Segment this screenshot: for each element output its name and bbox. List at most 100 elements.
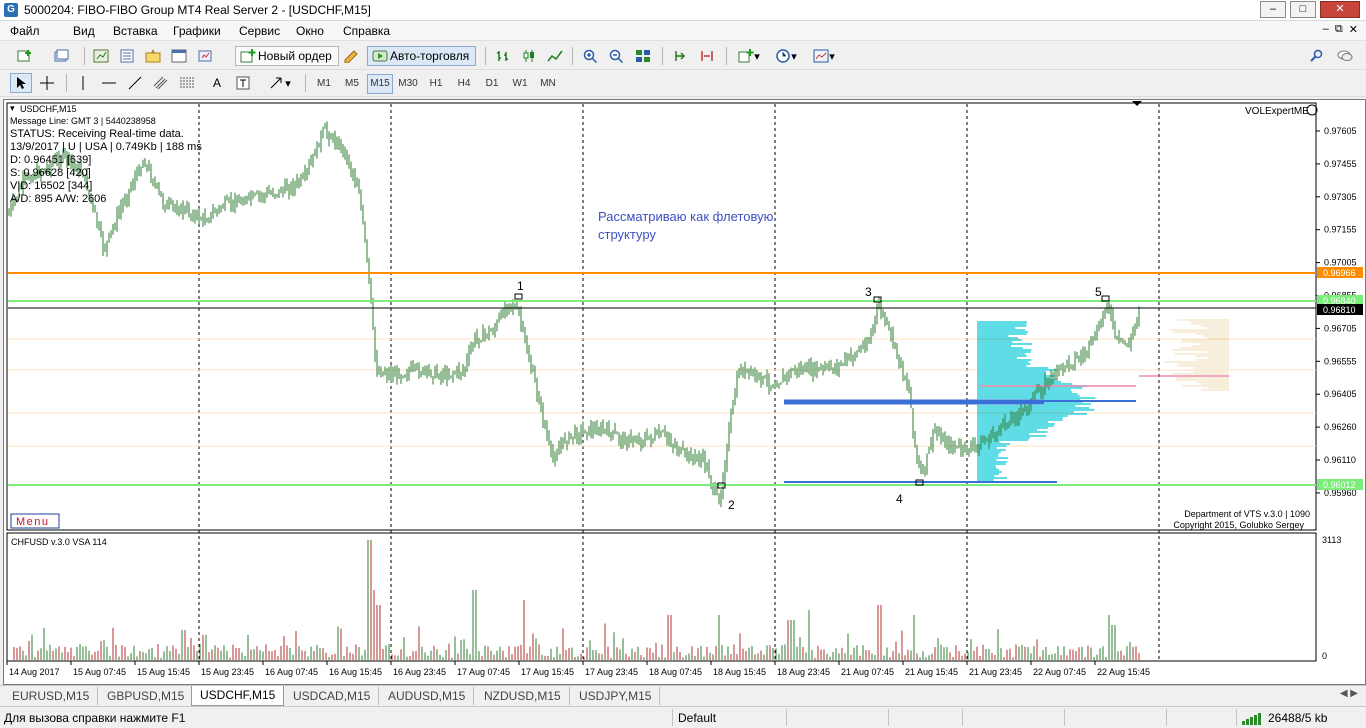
menu-window[interactable]: Окно bbox=[296, 24, 324, 38]
level-label-orange: 0.96966 bbox=[1323, 268, 1356, 278]
data-window-button[interactable] bbox=[116, 46, 138, 66]
vertical-line-tool-button[interactable] bbox=[72, 73, 94, 93]
cursor-tool-button[interactable] bbox=[10, 73, 32, 93]
status-profile: Default bbox=[678, 711, 717, 725]
profiles-button[interactable] bbox=[46, 46, 76, 66]
search-button[interactable] bbox=[1306, 46, 1328, 66]
maximize-button[interactable]: □ bbox=[1290, 1, 1316, 18]
time-tick-label: 16 Aug 15:45 bbox=[329, 667, 382, 677]
timeframe-h1[interactable]: H1 bbox=[423, 74, 449, 94]
info-line: 13/9/2017 | U | USA | 0.749Kb | 188 ms bbox=[10, 141, 202, 153]
chart-window[interactable]: 1 2 3 4 5 ▾ USDCHF,M15 Message Line: GMT… bbox=[3, 99, 1366, 685]
time-tick-label: 14 Aug 2017 bbox=[9, 667, 60, 677]
mdi-close-button[interactable]: ✕ bbox=[1349, 23, 1358, 36]
tester-button[interactable] bbox=[194, 46, 216, 66]
price-chart[interactable]: 1 2 3 4 5 ▾ USDCHF,M15 Message Line: GMT… bbox=[4, 100, 1365, 684]
tab-scroll-arrows-icon[interactable]: ◀ ▶ bbox=[1340, 688, 1358, 699]
mdi-minimize-button[interactable]: – bbox=[1323, 23, 1329, 36]
tab-usdcad[interactable]: USDCAD,M15 bbox=[285, 687, 380, 705]
volume-zero-label: 0 bbox=[1322, 651, 1327, 661]
new-chart-button[interactable] bbox=[10, 46, 40, 66]
tab-gbpusd[interactable]: GBPUSD,M15 bbox=[99, 687, 194, 705]
channel-icon bbox=[153, 76, 168, 90]
new-order-button[interactable]: Новый ордер bbox=[235, 46, 339, 66]
terminal-icon bbox=[171, 49, 187, 63]
timeframe-m1[interactable]: M1 bbox=[311, 74, 337, 94]
metaeditor-button[interactable] bbox=[340, 46, 362, 66]
text-label-icon bbox=[236, 76, 250, 90]
navigator-button[interactable] bbox=[142, 46, 164, 66]
window-controls: – □ ✕ bbox=[1260, 1, 1360, 18]
chart-shift-button[interactable] bbox=[670, 46, 692, 66]
menu-insert[interactable]: Вставка bbox=[113, 24, 158, 38]
price-tick-label: 0.97005 bbox=[1324, 258, 1357, 268]
expert-label: VOLExpertME bbox=[1245, 106, 1309, 117]
menu-file[interactable]: Файл bbox=[10, 24, 40, 38]
chat-button[interactable] bbox=[1332, 46, 1358, 66]
minimize-button[interactable]: – bbox=[1260, 1, 1286, 18]
zoom-in-button[interactable] bbox=[580, 46, 602, 66]
indicators-button[interactable]: ▾ bbox=[733, 46, 765, 66]
volume-max-label: 3113 bbox=[1322, 535, 1341, 545]
autotrading-button[interactable]: Авто-торговля bbox=[367, 46, 477, 66]
text-tool-button[interactable]: A bbox=[206, 73, 228, 93]
terminal-button[interactable] bbox=[168, 46, 190, 66]
tile-windows-button[interactable] bbox=[632, 46, 654, 66]
menu-charts[interactable]: Графики bbox=[173, 24, 221, 38]
text-tool-icon: A bbox=[212, 76, 221, 90]
menu-button-label[interactable]: Menu bbox=[16, 516, 50, 528]
time-tick-label: 15 Aug 23:45 bbox=[201, 667, 254, 677]
tab-usdjpy[interactable]: USDJPY,M15 bbox=[571, 687, 661, 705]
menu-tools[interactable]: Сервис bbox=[239, 24, 280, 38]
time-tick-label: 16 Aug 07:45 bbox=[265, 667, 318, 677]
fibonacci-icon bbox=[180, 77, 194, 88]
trendline-tool-button[interactable] bbox=[124, 73, 146, 93]
timeframe-m30[interactable]: M30 bbox=[395, 74, 421, 94]
timeframe-mn[interactable]: MN bbox=[535, 74, 561, 94]
time-tick-label: 15 Aug 07:45 bbox=[73, 667, 126, 677]
vertical-line-icon bbox=[82, 76, 84, 90]
tab-audusd[interactable]: AUDUSD,M15 bbox=[380, 687, 475, 705]
fibo-tool-button[interactable] bbox=[176, 73, 198, 93]
timeframe-m15[interactable]: M15 bbox=[367, 74, 393, 94]
templates-button[interactable]: ▾ bbox=[808, 46, 840, 66]
line-chart-button[interactable] bbox=[544, 46, 566, 66]
time-tick-label: 21 Aug 23:45 bbox=[969, 667, 1022, 677]
channel-tool-button[interactable] bbox=[150, 73, 172, 93]
crosshair-tool-button[interactable] bbox=[36, 73, 58, 93]
chart-dropdown-icon[interactable]: ▾ bbox=[10, 103, 15, 113]
timeframe-d1[interactable]: D1 bbox=[479, 74, 505, 94]
status-help-text: Для вызова справки нажмите F1 bbox=[4, 711, 186, 725]
arrows-tool-button[interactable]: ▾ bbox=[262, 73, 298, 93]
info-line: A/D: 895 A/W: 2606 bbox=[10, 193, 106, 205]
market-watch-button[interactable] bbox=[90, 46, 112, 66]
time-tick-label: 15 Aug 15:45 bbox=[137, 667, 190, 677]
tab-usdchf[interactable]: USDCHF,M15 bbox=[191, 686, 285, 706]
timeframe-h4[interactable]: H4 bbox=[451, 74, 477, 94]
timeframe-m5[interactable]: M5 bbox=[339, 74, 365, 94]
horizontal-line-tool-button[interactable] bbox=[98, 73, 120, 93]
zoom-out-icon bbox=[609, 49, 624, 63]
zoom-out-button[interactable] bbox=[606, 46, 628, 66]
autoscroll-button[interactable] bbox=[696, 46, 718, 66]
bar-chart-button[interactable] bbox=[492, 46, 514, 66]
close-button[interactable]: ✕ bbox=[1320, 1, 1360, 18]
credits-line: Copyright 2015, Golubko Sergey bbox=[1173, 520, 1304, 530]
point-label-3: 3 bbox=[865, 285, 872, 299]
menu-bar: Файл Вид Вставка Графики Сервис Окно Спр… bbox=[0, 21, 1366, 41]
tab-eurusd[interactable]: EURUSD,M15 bbox=[4, 687, 99, 705]
mdi-restore-button[interactable]: ⧉ bbox=[1335, 23, 1343, 36]
menu-help[interactable]: Справка bbox=[343, 24, 390, 38]
candle-chart-button[interactable] bbox=[518, 46, 540, 66]
price-tick-label: 0.97455 bbox=[1324, 159, 1357, 169]
chart-tabs: EURUSD,M15 GBPUSD,M15 USDCHF,M15 USDCAD,… bbox=[0, 685, 1366, 706]
timeframe-w1[interactable]: W1 bbox=[507, 74, 533, 94]
menu-view[interactable]: Вид bbox=[73, 24, 95, 38]
level-label-support: 0.96012 bbox=[1323, 480, 1356, 490]
text-label-tool-button[interactable] bbox=[232, 73, 254, 93]
new-chart-icon bbox=[17, 50, 31, 62]
periods-button[interactable]: ▾ bbox=[770, 46, 802, 66]
time-tick-label: 18 Aug 07:45 bbox=[649, 667, 702, 677]
tab-nzdusd[interactable]: NZDUSD,M15 bbox=[476, 687, 570, 705]
volume-indicator-label: CHFUSD v.3.0 VSA 114 bbox=[11, 537, 107, 547]
